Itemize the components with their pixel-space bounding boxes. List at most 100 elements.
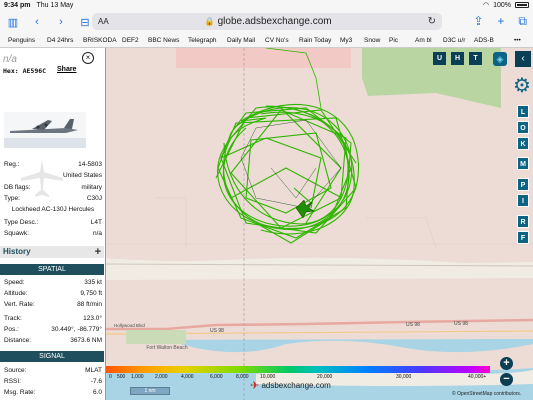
road-label: US 98 — [454, 321, 468, 327]
wifi-icon: ◠ — [482, 2, 490, 9]
legend-tick: 30,000 — [396, 374, 412, 380]
back-icon[interactable]: ‹ — [30, 16, 44, 28]
legend-tick: 8,000 — [236, 374, 249, 380]
road-label: US 98 — [210, 328, 224, 334]
legend-tick: 500 — [117, 374, 126, 380]
more-bookmarks-icon[interactable]: ••• — [514, 37, 521, 44]
legend-gradient — [106, 366, 490, 373]
aircraft-info-panel: n/a × Hex: AE596C Share Reg.: 14-5803 Uni… — [0, 48, 106, 400]
battery-icon — [515, 2, 529, 8]
bookmark-item[interactable]: DEF2 — [122, 37, 139, 44]
plane-logo-icon: ✈ — [250, 379, 260, 392]
signal-row: Source: MLAT — [4, 367, 102, 374]
signal-row: Msg. Rate: 6.0 — [4, 389, 102, 396]
status-bar: 9:34 pm Thu 13 May ◠ 100% — [0, 0, 533, 10]
info-row: Lockheed AC-130J Hercules — [11, 206, 95, 213]
info-row: DB flags: military — [4, 184, 102, 191]
expand-icon[interactable]: + — [95, 246, 101, 258]
sidebar-icon[interactable]: ▥ — [6, 16, 20, 29]
info-row: Reg.: 14-5803 — [4, 161, 102, 168]
spatial-row: Altitude: 9,750 ft — [4, 290, 102, 297]
bookmark-item[interactable]: Am bl — [415, 37, 432, 44]
legend-tick: 1,000 — [131, 374, 144, 380]
legend-tick: 2,000 — [155, 374, 168, 380]
tabs-book-icon[interactable]: ⊟ — [78, 16, 92, 29]
legend-tick: 0 — [109, 374, 112, 380]
toggle-p-button[interactable]: P — [517, 178, 529, 191]
road-label: Hollywood Blvd — [114, 323, 145, 328]
bookmark-item[interactable]: Snow — [364, 37, 380, 44]
toggle-u-button[interactable]: U — [433, 52, 446, 65]
bookmark-item[interactable]: BBC News — [148, 37, 179, 44]
toggle-f-button[interactable]: F — [517, 231, 529, 244]
settings-gear-icon[interactable]: ⚙ — [511, 75, 533, 97]
toggle-k-button[interactable]: K — [517, 137, 529, 150]
bookmark-item[interactable]: Penguins — [8, 37, 35, 44]
close-icon[interactable]: × — [82, 52, 94, 64]
layers-icon[interactable]: ◈ — [493, 52, 507, 66]
info-row: Type: C30J — [4, 195, 102, 202]
zoom-in-button[interactable]: + — [500, 357, 513, 370]
history-toggle[interactable]: History + — [0, 246, 104, 258]
legend-tick: 20,000 — [317, 374, 333, 380]
zoom-out-button[interactable]: − — [500, 373, 513, 386]
toggle-m-button[interactable]: M — [517, 157, 529, 170]
address-bar[interactable]: AA 🔒 globe.adsbexchange.com ↻ — [92, 13, 442, 30]
text-size-button[interactable]: AA — [98, 17, 109, 26]
new-tab-icon[interactable]: + — [497, 14, 504, 29]
status-date: Thu 13 May — [36, 1, 74, 9]
bookmark-item[interactable]: ADS-B — [474, 37, 494, 44]
map-attribution[interactable]: © OpenStreetMap contributors. — [452, 391, 521, 397]
info-row: United States — [62, 172, 102, 179]
bookmarks-bar: Penguins D4 24hrs BRISKODA DEF2 BBC News… — [0, 34, 533, 48]
collapse-icon[interactable]: ‹ — [515, 51, 531, 67]
spatial-row: Track: 123.0° — [4, 315, 102, 322]
bookmark-item[interactable]: Pic — [389, 37, 398, 44]
toggle-l-button[interactable]: L — [517, 105, 529, 118]
brand-label: ✈ adsbexchange.com — [250, 379, 331, 392]
status-time: 9:34 pm — [4, 1, 31, 9]
info-row: Squawk: n/a — [4, 230, 102, 237]
road-label: US 98 — [406, 322, 420, 328]
section-header-spatial: SPATIAL — [0, 264, 104, 275]
browser-toolbar: ▥ ‹ › ⊟ AA 🔒 globe.adsbexchange.com ↻ ⇪ +… — [0, 10, 533, 34]
legend-tick: 10,000 — [260, 374, 276, 380]
legend-tick: 6,000 — [210, 374, 223, 380]
bookmark-item[interactable]: Daily Mail — [227, 37, 255, 44]
info-row: Type Desc.: L4T — [4, 219, 102, 226]
aircraft-photo — [4, 112, 86, 148]
bookmark-item[interactable]: BRISKODA — [83, 37, 117, 44]
place-label: Fort Walton Beach — [146, 345, 188, 351]
map-view[interactable]: US 98 US 98 US 98 Hollywood Blvd Fort Wa… — [106, 48, 533, 400]
share-link[interactable]: Share — [57, 66, 76, 73]
toggle-r-button[interactable]: R — [517, 215, 529, 228]
toggle-i-button[interactable]: I — [517, 194, 529, 207]
toggle-t-button[interactable]: T — [469, 52, 482, 65]
bookmark-item[interactable]: CV No's — [265, 37, 289, 44]
bookmark-item[interactable]: Rain Today — [299, 37, 331, 44]
bookmark-item[interactable]: D3C u/r — [443, 37, 465, 44]
battery-percent: 100% — [493, 1, 511, 9]
scale-bar: 1 nm — [130, 387, 170, 395]
bookmark-item[interactable]: Telegraph — [188, 37, 217, 44]
legend-tick: 4,000 — [181, 374, 194, 380]
signal-row: RSSI: -7.6 — [4, 378, 102, 385]
spatial-row: Vert. Rate: 88 ft/min — [4, 301, 102, 308]
spatial-row: Pos.: 30.449°, -86.779° — [4, 326, 102, 333]
tabs-icon[interactable]: ⧉ — [518, 14, 527, 29]
share-icon[interactable]: ⇪ — [473, 14, 483, 29]
section-header-signal: SIGNAL — [0, 351, 104, 362]
spatial-row: Speed: 335 kt — [4, 279, 102, 286]
callsign: n/a — [3, 54, 17, 65]
hex-code: Hex: AE596C — [3, 67, 47, 75]
lock-icon: 🔒 — [204, 17, 215, 26]
reload-icon[interactable]: ↻ — [428, 16, 436, 27]
legend-tick: 40,000+ — [468, 374, 487, 380]
bookmark-item[interactable]: My3 — [340, 37, 352, 44]
forward-icon[interactable]: › — [54, 16, 68, 28]
url-text: globe.adsbexchange.com — [217, 16, 332, 27]
spatial-row: Distance: 3673.6 NM — [4, 337, 102, 344]
toggle-o-button[interactable]: O — [517, 121, 529, 134]
toggle-h-button[interactable]: H — [451, 52, 464, 65]
bookmark-item[interactable]: D4 24hrs — [47, 37, 73, 44]
